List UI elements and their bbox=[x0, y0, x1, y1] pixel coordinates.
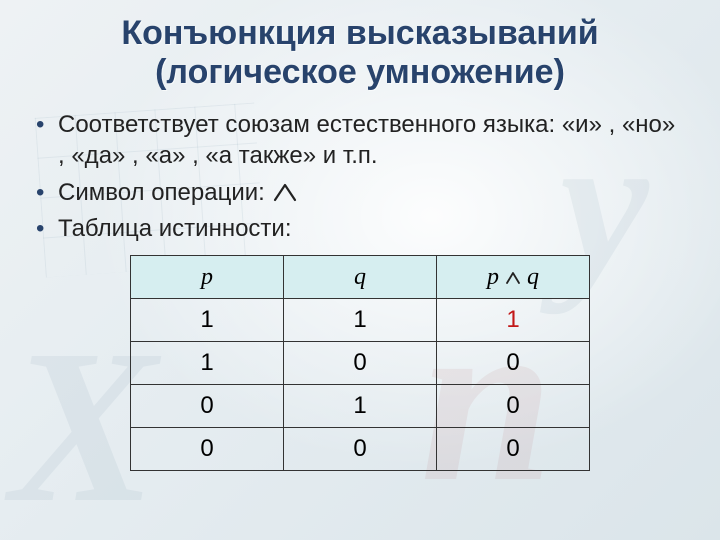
bullet-list: Соответствует союзам естественного языка… bbox=[34, 110, 686, 245]
cell-q: 0 bbox=[284, 342, 437, 385]
bullet-1-text: Соответствует союзам естественного языка… bbox=[58, 111, 675, 169]
cell-r: 0 bbox=[437, 428, 590, 471]
cell-q: 0 bbox=[284, 428, 437, 471]
table-row: 0 0 0 bbox=[131, 428, 590, 471]
bullet-1: Соответствует союзам естественного языка… bbox=[34, 110, 686, 171]
table-head-row: p q p q bbox=[131, 256, 590, 299]
table-row: 1 1 1 bbox=[131, 299, 590, 342]
col-q-label: q bbox=[354, 264, 366, 290]
truth-table: p q p q 1 1 1 1 bbox=[130, 255, 590, 471]
cell-p: 1 bbox=[131, 299, 284, 342]
bullet-3: Таблица истинности: bbox=[34, 214, 686, 245]
slide-title: Конъюнкция высказываний (логическое умно… bbox=[0, 0, 720, 92]
bullet-3-text: Таблица истинности: bbox=[58, 215, 292, 242]
bullet-2: Символ операции: bbox=[34, 178, 686, 209]
cell-p: 0 bbox=[131, 428, 284, 471]
table-body: 1 1 1 1 0 0 0 1 0 0 0 0 bbox=[131, 299, 590, 471]
title-line-1: Конъюнкция высказываний bbox=[121, 14, 598, 52]
cell-p: 0 bbox=[131, 385, 284, 428]
table-row: 0 1 0 bbox=[131, 385, 590, 428]
formula-p: p bbox=[487, 264, 499, 290]
col-p-and-q: p q bbox=[437, 256, 590, 299]
cell-q: 1 bbox=[284, 385, 437, 428]
cell-r: 0 bbox=[437, 342, 590, 385]
cell-q: 1 bbox=[284, 299, 437, 342]
title-line-2: (логическое умножение) bbox=[155, 53, 565, 91]
and-symbol-icon bbox=[272, 182, 298, 202]
slide: X n y Конъюнкция высказываний (логическо… bbox=[0, 0, 720, 540]
cell-r: 1 bbox=[437, 299, 590, 342]
formula-q: q bbox=[527, 264, 539, 290]
table-row: 1 0 0 bbox=[131, 342, 590, 385]
bullet-2-text: Символ операции: bbox=[58, 179, 272, 206]
col-p-label: p bbox=[201, 264, 213, 290]
col-p: p bbox=[131, 256, 284, 299]
formula-p-and-q: p q bbox=[487, 264, 539, 290]
cell-r: 0 bbox=[437, 385, 590, 428]
cell-p: 1 bbox=[131, 342, 284, 385]
col-q: q bbox=[284, 256, 437, 299]
